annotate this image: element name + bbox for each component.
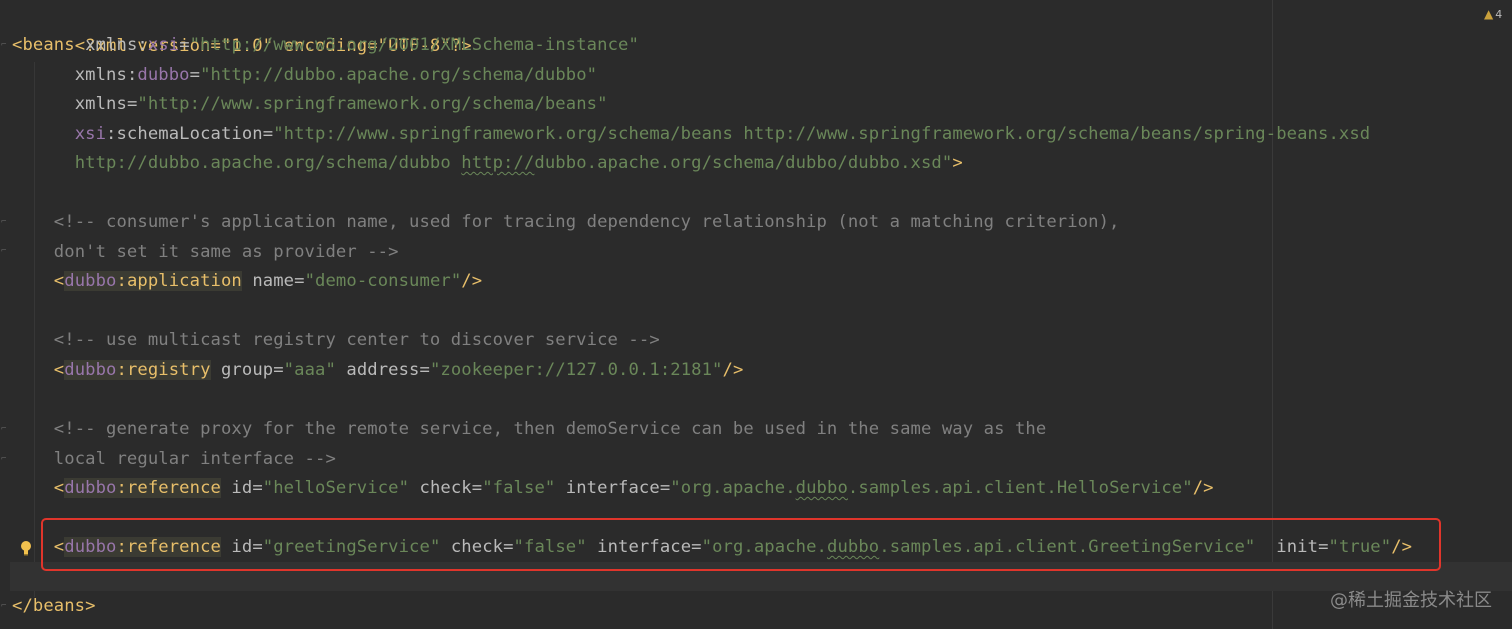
tag-bracket: /> [1192, 478, 1214, 498]
attr-colon: : [126, 65, 138, 85]
attr-value: "false" [482, 478, 556, 498]
attr-value-warning: dubbo [795, 478, 848, 498]
attr-value: http://dubbo.apache.org/schema/dubbo [74, 153, 462, 173]
code-line: <!-- use multicast registry center to di… [12, 325, 660, 355]
lightbulb-icon[interactable] [19, 540, 33, 556]
code-line: <dubbo:application name="demo-consumer"/… [12, 266, 482, 296]
fold-marker-icon[interactable]: ⌐ [1, 454, 9, 464]
attr-value: "http://www.springframework.org/schema/b… [273, 124, 1371, 144]
attr-value: "zookeeper://127.0.0.1:2181" [429, 360, 723, 380]
attr-equals: = [294, 271, 305, 291]
warning-icon: ▲ [1484, 7, 1494, 21]
attr-value: "http://www.w3.org/2001/XMLSchema-instan… [189, 35, 639, 55]
code-line: xsi:schemaLocation="http://www.springfra… [12, 119, 1370, 149]
tag-name: :application [116, 271, 242, 291]
attr-name: id [220, 478, 253, 498]
code-line: don't set it same as provider --> [12, 237, 399, 267]
xml-comment: <!-- use multicast registry center to di… [53, 330, 660, 350]
ns-prefix: xsi [74, 124, 107, 144]
ns-prefix: dubbo [64, 478, 117, 498]
attr-equals: = [419, 360, 430, 380]
tag-bracket: /> [461, 271, 483, 291]
code-line: xmlns="http://www.springframework.org/sc… [12, 89, 608, 119]
attr-equals: = [252, 478, 263, 498]
attr-value: "org.apache. [670, 478, 796, 498]
attr-name: interface [555, 478, 660, 498]
xml-comment: don't set it same as provider --> [53, 242, 399, 262]
tag-bracket: < [53, 360, 65, 380]
fold-marker-icon[interactable]: ⌐ [1, 217, 9, 227]
attr-equals: = [179, 35, 190, 55]
ns-prefix: dubbo [64, 271, 117, 291]
attr-name: group [210, 360, 274, 380]
tag-bracket: < [12, 35, 23, 55]
tag-name: :reference [116, 478, 221, 498]
code-line: </beans> [12, 591, 96, 621]
tag-name: beans [22, 35, 75, 55]
attr-value: "helloService" [262, 478, 410, 498]
watermark-text: @稀土掘金技术社区 [1330, 590, 1492, 611]
warning-indicator[interactable]: ▲ 4 [1484, 7, 1502, 21]
attr-colon: : [106, 124, 117, 144]
attr-value: "aaa" [283, 360, 336, 380]
attr-value: "http://dubbo.apache.org/schema/dubbo" [200, 65, 598, 85]
fold-marker-icon[interactable]: ⌐ [1, 424, 9, 434]
attr-value-warning: http:// [461, 153, 535, 173]
ns-prefix: xsi [147, 35, 180, 55]
fold-marker-icon[interactable]: ⌐ [1, 40, 9, 50]
xml-comment: <!-- consumer's application name, used f… [53, 212, 1120, 232]
attr-name: schemaLocation [116, 124, 263, 144]
editor-gutter [0, 0, 10, 629]
code-line: <dubbo:reference id="helloService" check… [12, 473, 1214, 503]
code-line: <beans xmlns:xsi="http://www.w3.org/2001… [12, 30, 639, 60]
attr-colon: : [137, 35, 148, 55]
attr-equals: = [189, 65, 201, 85]
attr-equals: = [471, 478, 483, 498]
attr-value: "http://www.springframework.org/schema/b… [137, 94, 608, 114]
code-line: http://dubbo.apache.org/schema/dubbo htt… [12, 148, 963, 178]
attr-equals: = [262, 124, 274, 144]
attr-equals: = [273, 360, 284, 380]
code-line: <dubbo:registry group="aaa" address="zoo… [12, 355, 743, 385]
warning-count: 4 [1495, 8, 1503, 21]
xml-comment: local regular interface --> [53, 449, 336, 469]
attr-value: "demo-consumer" [304, 271, 462, 291]
ns-prefix: dubbo [64, 360, 117, 380]
tag-bracket: > [952, 153, 963, 173]
closing-tag: </beans> [12, 596, 96, 616]
attr-name: xmlns [74, 65, 127, 85]
code-line: <!-- generate proxy for the remote servi… [12, 414, 1046, 444]
attr-equals: = [659, 478, 671, 498]
attr-name: check [409, 478, 472, 498]
attr-name: xmlns [74, 94, 127, 114]
xml-comment: <!-- generate proxy for the remote servi… [53, 419, 1047, 439]
tag-bracket: < [53, 478, 65, 498]
code-editor[interactable]: ⌐ ⌐ ⌐ ⌐ ⌐ ⌐ ▲ 4 <?xml version="1.0" encod… [0, 0, 1512, 629]
tag-bracket: /> [722, 360, 744, 380]
attr-name: name [241, 271, 295, 291]
tag-name: :registry [116, 360, 211, 380]
code-line: xmlns:dubbo="http://dubbo.apache.org/sch… [12, 60, 597, 90]
fold-marker-icon[interactable]: ⌐ [1, 601, 9, 611]
tag-bracket: < [53, 271, 65, 291]
code-line: <?xml version="1.0" encoding="UTF-8"?> [12, 1, 472, 56]
code-line: <!-- consumer's application name, used f… [12, 207, 1120, 237]
attr-equals: = [126, 94, 138, 114]
attr-value: .samples.api.client.HelloService" [847, 478, 1193, 498]
highlight-annotation-box [41, 518, 1441, 571]
attr-name: address [335, 360, 420, 380]
attr-name: xmlns [85, 35, 138, 55]
ns-prefix: dubbo [137, 65, 190, 85]
code-line: local regular interface --> [12, 444, 336, 474]
fold-marker-icon[interactable]: ⌐ [1, 246, 9, 256]
attr-value: dubbo.apache.org/schema/dubbo/dubbo.xsd" [534, 153, 953, 173]
